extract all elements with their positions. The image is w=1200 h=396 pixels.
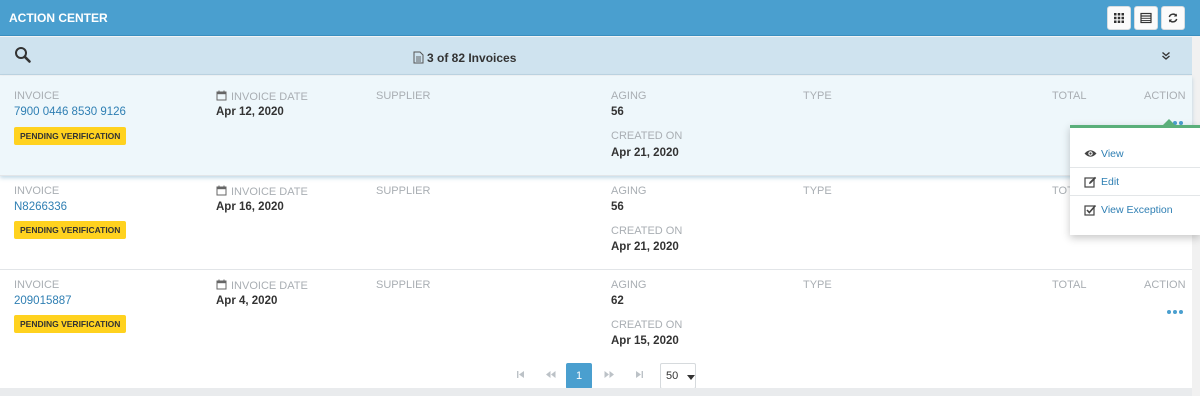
type-label: TYPE <box>803 185 832 197</box>
invoice-label: INVOICE <box>14 185 60 197</box>
invoice-label: INVOICE <box>14 279 60 291</box>
created-on-value: Apr 21, 2020 <box>611 147 679 159</box>
previous-page-button[interactable] <box>537 363 563 389</box>
more-actions-icon[interactable] <box>1167 112 1187 125</box>
table-row[interactable]: INVOICE 209015887 PENDING VERIFICATION I… <box>0 270 1192 356</box>
invoice-date-value: Apr 12, 2020 <box>216 106 284 118</box>
invoice-date-value: Apr 16, 2020 <box>216 201 284 213</box>
page-number-button[interactable]: 1 <box>566 363 592 389</box>
first-page-icon <box>516 371 524 378</box>
menu-item-label: View Exception <box>1101 204 1173 216</box>
aging-value: 56 <box>611 106 624 118</box>
action-label: ACTION <box>1144 279 1186 291</box>
menu-item-label: View <box>1101 148 1124 160</box>
created-on-value: Apr 21, 2020 <box>611 241 679 253</box>
action-menu: View Edit View Exception <box>1070 119 1200 235</box>
invoice-number-link[interactable]: 209015887 <box>14 295 72 307</box>
checkbox-icon <box>1084 204 1097 216</box>
table-view-button[interactable] <box>1134 6 1158 30</box>
created-on-value: Apr 15, 2020 <box>611 335 679 347</box>
chevron-double-down-icon[interactable] <box>1161 51 1171 61</box>
aging-label: AGING <box>611 279 647 291</box>
menu-item-edit[interactable]: Edit <box>1070 168 1200 196</box>
invoice-count: 3 of 82 Invoices <box>413 51 516 65</box>
page-size-value: 50 <box>666 370 679 382</box>
status-badge: PENDING VERIFICATION <box>14 127 127 145</box>
invoice-date-label: INVOICE DATE <box>216 279 308 292</box>
last-page-icon <box>635 371 643 378</box>
last-page-button[interactable] <box>626 363 652 389</box>
search-icon[interactable] <box>14 46 32 64</box>
supplier-label: SUPPLIER <box>376 90 431 102</box>
rewind-icon <box>545 371 555 378</box>
page-size-select[interactable]: 50 <box>660 363 696 389</box>
menu-item-view-exception[interactable]: View Exception <box>1070 196 1200 224</box>
calendar-icon <box>216 279 227 290</box>
app-header: ACTION CENTER <box>0 0 1200 36</box>
table-row[interactable]: INVOICE 7900 0446 8530 9126 PENDING VERI… <box>0 76 1192 176</box>
calendar-icon <box>216 185 227 196</box>
page-title: ACTION CENTER <box>9 11 108 25</box>
next-page-button[interactable] <box>596 363 622 389</box>
aging-label: AGING <box>611 90 647 102</box>
menu-item-label: Edit <box>1101 176 1120 188</box>
edit-icon <box>1084 176 1097 188</box>
status-badge: PENDING VERIFICATION <box>14 315 127 333</box>
refresh-icon <box>1168 13 1178 23</box>
supplier-label: SUPPLIER <box>376 185 431 197</box>
type-label: TYPE <box>803 279 832 291</box>
invoice-number-link[interactable]: 7900 0446 8530 9126 <box>14 106 126 118</box>
menu-item-view[interactable]: View <box>1070 140 1200 168</box>
caret-down-icon <box>687 375 695 380</box>
document-icon <box>413 51 424 64</box>
total-label: TOTAL <box>1052 279 1087 291</box>
type-label: TYPE <box>803 90 832 102</box>
invoice-label: INVOICE <box>14 90 60 102</box>
created-on-label: CREATED ON <box>611 130 683 142</box>
aging-label: AGING <box>611 185 647 197</box>
bottom-border <box>0 388 1192 396</box>
table-view-icon <box>1140 12 1152 24</box>
status-badge: PENDING VERIFICATION <box>14 221 127 239</box>
created-on-label: CREATED ON <box>611 225 683 237</box>
invoice-date-label: INVOICE DATE <box>216 185 308 198</box>
menu-arrow <box>1163 119 1175 125</box>
table-row[interactable]: INVOICE N8266336 PENDING VERIFICATION IN… <box>0 176 1192 270</box>
invoice-number-link[interactable]: N8266336 <box>14 201 67 213</box>
invoice-count-text: 3 of 82 Invoices <box>427 51 517 65</box>
invoice-date-label: INVOICE DATE <box>216 90 308 103</box>
pagination: 1 50 <box>0 356 1192 389</box>
grid-view-button[interactable] <box>1107 6 1131 30</box>
invoice-date-value: Apr 4, 2020 <box>216 295 278 307</box>
aging-value: 56 <box>611 201 624 213</box>
aging-value: 62 <box>611 295 624 307</box>
total-label: TOTAL <box>1052 90 1087 102</box>
action-label: ACTION <box>1144 90 1186 102</box>
search-bar: 3 of 82 Invoices <box>0 37 1192 75</box>
invoice-list: INVOICE 7900 0446 8530 9126 PENDING VERI… <box>0 76 1192 388</box>
supplier-label: SUPPLIER <box>376 279 431 291</box>
refresh-button[interactable] <box>1161 6 1185 30</box>
first-page-button[interactable] <box>507 363 533 389</box>
created-on-label: CREATED ON <box>611 319 683 331</box>
calendar-icon <box>216 90 227 101</box>
fast-forward-icon <box>604 371 614 378</box>
grid-view-icon <box>1114 13 1124 23</box>
eye-icon <box>1084 150 1097 157</box>
more-actions-icon[interactable] <box>1167 301 1187 314</box>
